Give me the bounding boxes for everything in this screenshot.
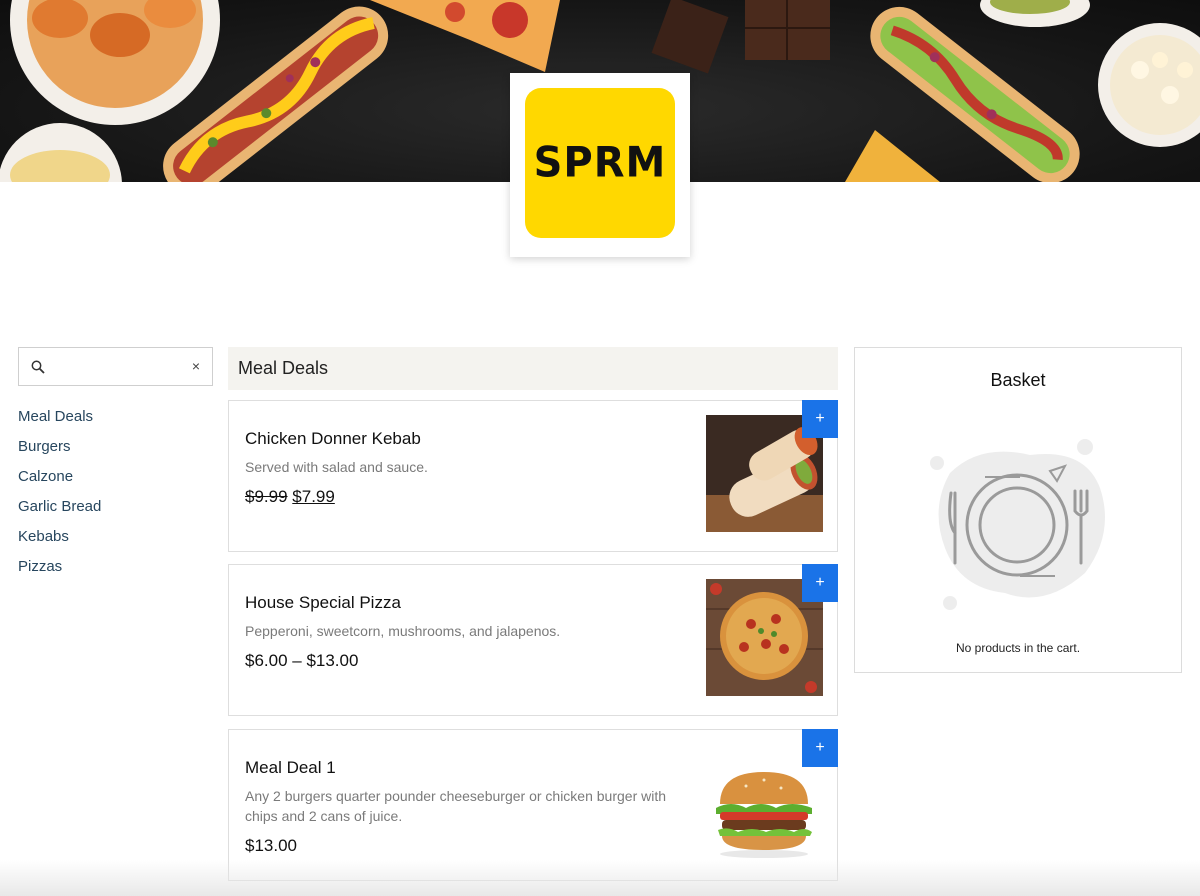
search-input[interactable] bbox=[55, 356, 185, 378]
add-to-cart-button[interactable]: + bbox=[802, 400, 838, 438]
category-kebabs[interactable]: Kebabs bbox=[18, 526, 101, 556]
product-name: Chicken Donner Kebab bbox=[245, 429, 421, 448]
category-pizzas[interactable]: Pizzas bbox=[18, 556, 101, 586]
category-meal-deals[interactable]: Meal Deals bbox=[18, 406, 101, 436]
product-price: $6.00 – $13.00 bbox=[245, 651, 359, 670]
sale-price: $7.99 bbox=[292, 487, 335, 506]
product-name: Meal Deal 1 bbox=[245, 758, 336, 777]
product-description: Any 2 burgers quarter pounder cheeseburg… bbox=[245, 788, 667, 824]
logo-tile: SPRM bbox=[525, 88, 675, 238]
basket-title: Basket bbox=[990, 370, 1046, 390]
product-price: $13.00 bbox=[245, 836, 297, 855]
logo-text: SPRM bbox=[533, 138, 667, 188]
category-burgers[interactable]: Burgers bbox=[18, 436, 101, 466]
product-card-meal-deal-1[interactable]: Meal Deal 1 Any 2 burgers quarter pounde… bbox=[228, 729, 838, 881]
store-logo[interactable]: SPRM bbox=[510, 73, 690, 257]
add-to-cart-button[interactable]: + bbox=[802, 564, 838, 602]
product-card-chicken-donner-kebab[interactable]: Chicken Donner Kebab Served with salad a… bbox=[228, 400, 838, 552]
clear-search-icon[interactable]: × bbox=[192, 358, 200, 374]
category-nav: Meal Deals Burgers Calzone Garlic Bread … bbox=[18, 406, 101, 586]
product-name: House Special Pizza bbox=[245, 593, 401, 612]
category-garlic-bread[interactable]: Garlic Bread bbox=[18, 496, 101, 526]
basket-panel: Basket No products in the cart. bbox=[854, 347, 1182, 673]
section-title: Meal Deals bbox=[238, 358, 329, 378]
category-calzone[interactable]: Calzone bbox=[18, 466, 101, 496]
empty-cart-message: No products in the cart. bbox=[955, 641, 1081, 655]
old-price: $9.99 bbox=[245, 487, 288, 506]
product-card-house-special-pizza[interactable]: House Special Pizza Pepperoni, sweetcorn… bbox=[228, 564, 838, 716]
section-header: Meal Deals bbox=[228, 347, 838, 390]
search-box: × bbox=[18, 347, 213, 386]
add-to-cart-button[interactable]: + bbox=[802, 729, 838, 767]
product-price: $9.99 $7.99 bbox=[245, 487, 335, 507]
plate-cutlery-icon bbox=[930, 439, 1105, 610]
product-description: Served with salad and sauce. bbox=[245, 459, 428, 475]
product-description: Pepperoni, sweetcorn, mushrooms, and jal… bbox=[245, 623, 561, 639]
search-icon bbox=[31, 360, 45, 374]
